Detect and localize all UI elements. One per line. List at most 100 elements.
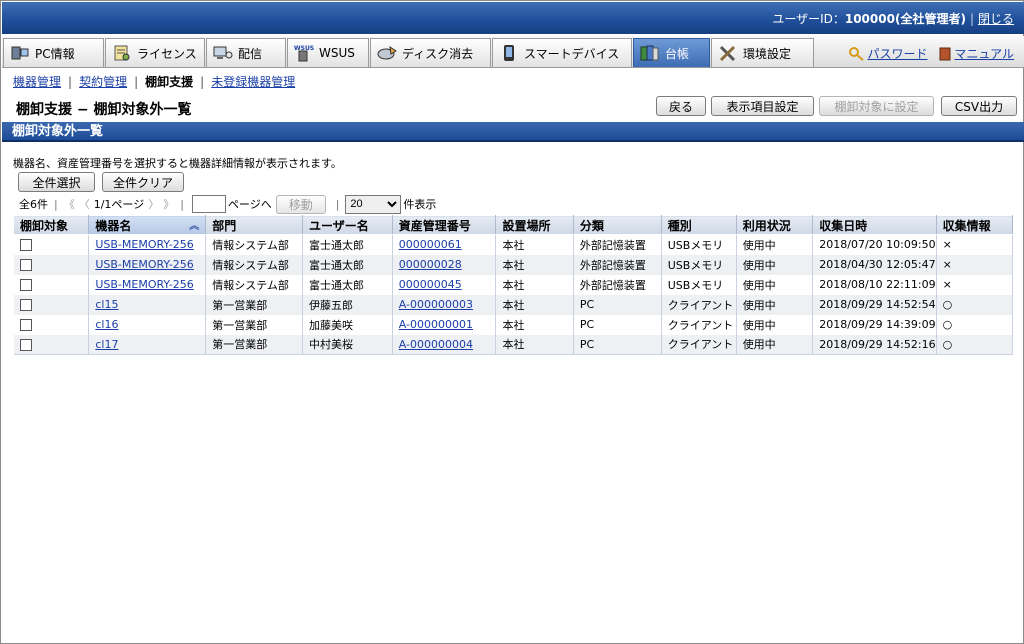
- cell-status: 使用中: [736, 274, 814, 295]
- table-row: USB-MEMORY-256 情報システム部 富士通太郎 000000045 本…: [13, 274, 1014, 295]
- cell-department: 情報システム部: [205, 254, 304, 275]
- per-page-select[interactable]: 20: [345, 194, 402, 214]
- csv-export-button[interactable]: CSV出力: [941, 96, 1017, 116]
- manual-icon: [939, 47, 951, 64]
- cell-collected-info: ○: [936, 314, 1014, 335]
- cell-asset: A-000000003: [392, 294, 497, 315]
- set-inventory-target-button[interactable]: 棚卸対象に設定: [819, 96, 934, 116]
- cell-checkbox: [13, 314, 90, 335]
- settings-icon: [718, 44, 738, 62]
- asset-link[interactable]: A-000000004: [399, 338, 473, 351]
- cell-collected-at: 2018/09/29 14:52:16: [812, 334, 937, 355]
- select-all-button[interactable]: 全件選択: [18, 172, 95, 192]
- goto-page-label: ページへ: [227, 198, 272, 211]
- password-link[interactable]: パスワード: [868, 47, 928, 61]
- asset-link[interactable]: A-000000003: [399, 298, 473, 311]
- sort-ascending-icon[interactable]: ︽: [189, 217, 199, 232]
- next-page-button[interactable]: 〉: [148, 196, 159, 212]
- col-collected-info[interactable]: 収集情報: [935, 215, 1014, 235]
- device-link[interactable]: USB-MEMORY-256: [95, 258, 193, 271]
- cell-department: 情報システム部: [205, 234, 304, 255]
- manual-link[interactable]: マニュアル: [954, 47, 1014, 61]
- cell-device: USB-MEMORY-256: [88, 274, 207, 295]
- per-page-label: 件表示: [403, 198, 437, 211]
- col-asset-number[interactable]: 資産管理番号: [391, 215, 497, 235]
- row-checkbox[interactable]: [19, 299, 32, 311]
- col-status[interactable]: 利用状況: [735, 215, 814, 235]
- page-number-input[interactable]: [191, 195, 226, 213]
- cell-user: 加藤美咲: [302, 314, 393, 335]
- cell-device: USB-MEMORY-256: [88, 254, 207, 275]
- row-checkbox[interactable]: [19, 239, 32, 252]
- subnav-unregistered-devices[interactable]: 未登録機器管理: [211, 75, 295, 89]
- row-checkbox[interactable]: [19, 338, 32, 351]
- col-location[interactable]: 設置場所: [495, 215, 574, 235]
- cell-asset: 000000045: [392, 274, 497, 295]
- first-page-button[interactable]: 《: [64, 196, 75, 212]
- cell-collected-info: ×: [936, 274, 1014, 295]
- cell-department: 第一営業部: [205, 314, 304, 335]
- tab-license[interactable]: ライセンス: [105, 38, 205, 67]
- last-page-button[interactable]: 》: [163, 196, 174, 212]
- cell-device: USB-MEMORY-256: [88, 234, 207, 255]
- display-items-button[interactable]: 表示項目設定: [711, 96, 814, 116]
- cell-status: 使用中: [736, 254, 814, 275]
- asset-link[interactable]: 000000045: [399, 278, 462, 291]
- pager-separator: |: [180, 197, 184, 211]
- cell-checkbox: [13, 254, 90, 275]
- row-checkbox[interactable]: [19, 259, 32, 271]
- prev-page-button[interactable]: 〈: [79, 196, 90, 212]
- description-text: 機器名、資産管理番号を選択すると機器詳細情報が表示されます。: [13, 157, 342, 170]
- key-icon: [848, 47, 865, 64]
- close-link[interactable]: 閉じる: [978, 12, 1014, 26]
- table-row: USB-MEMORY-256 情報システム部 富士通太郎 000000028 本…: [13, 254, 1014, 275]
- subnav-device-management[interactable]: 機器管理: [13, 75, 61, 89]
- subnav-separator: |: [68, 75, 73, 89]
- tab-wsus[interactable]: WSUS WSUS: [287, 38, 369, 67]
- col-collected-at[interactable]: 収集日時: [812, 215, 937, 235]
- tab-smart-device[interactable]: スマートデバイス: [492, 38, 632, 67]
- subnav-contract-management[interactable]: 契約管理: [79, 75, 127, 89]
- cell-location: 本社: [495, 334, 574, 355]
- row-checkbox[interactable]: [19, 319, 32, 331]
- subnav-inventory-support: 棚卸支援: [145, 75, 194, 89]
- app-window: ユーザーID：100000(全社管理者) | 閉じる PC情報 ライセンス 配信 W…: [0, 0, 1024, 644]
- tab-disk-erase[interactable]: ディスク消去: [370, 38, 491, 67]
- cell-type: クライアント: [661, 314, 737, 335]
- table-row: USB-MEMORY-256 情報システム部 富士通太郎 000000061 本…: [13, 234, 1014, 255]
- cell-category: PC: [573, 314, 662, 335]
- device-link[interactable]: USB-MEMORY-256: [95, 238, 193, 251]
- subnav-separator: |: [200, 75, 205, 89]
- cell-category: PC: [573, 334, 662, 355]
- device-link[interactable]: cl17: [95, 338, 118, 351]
- col-device-name[interactable]: 機器名 ︽: [88, 215, 207, 235]
- clear-all-button[interactable]: 全件クリア: [102, 172, 184, 192]
- cell-asset: 000000028: [392, 254, 497, 275]
- device-link[interactable]: USB-MEMORY-256: [95, 278, 193, 291]
- col-category[interactable]: 分類: [572, 215, 662, 235]
- cell-category: 外部記憶装置: [573, 234, 662, 255]
- cell-type: USBメモリ: [661, 274, 737, 295]
- tab-distribution[interactable]: 配信: [206, 38, 286, 67]
- asset-link[interactable]: 000000061: [399, 238, 462, 251]
- device-link[interactable]: cl16: [95, 318, 118, 331]
- device-link[interactable]: cl15: [95, 298, 118, 311]
- cell-checkbox: [13, 274, 90, 295]
- asset-link[interactable]: A-000000001: [399, 318, 473, 331]
- sub-navigation: 機器管理 | 契約管理 | 棚卸支援 | 未登録機器管理: [13, 73, 295, 90]
- tab-settings[interactable]: 環境設定: [711, 38, 814, 67]
- asset-link[interactable]: 000000028: [399, 258, 462, 271]
- back-button[interactable]: 戻る: [656, 96, 706, 116]
- col-inventory-target[interactable]: 棚卸対象: [12, 215, 90, 235]
- move-button[interactable]: 移動: [275, 194, 326, 214]
- cell-status: 使用中: [736, 334, 814, 355]
- col-department[interactable]: 部門: [205, 215, 304, 235]
- col-user-name[interactable]: ユーザー名: [302, 215, 393, 235]
- cell-collected-info: ○: [936, 334, 1014, 355]
- col-type[interactable]: 種別: [660, 215, 737, 235]
- tab-ledger[interactable]: 台帳: [633, 38, 710, 67]
- header-separator: |: [969, 12, 974, 26]
- cell-collected-at: 2018/07/20 10:09:50: [812, 234, 937, 255]
- tab-pc-info[interactable]: PC情報: [3, 38, 104, 67]
- row-checkbox[interactable]: [19, 279, 32, 291]
